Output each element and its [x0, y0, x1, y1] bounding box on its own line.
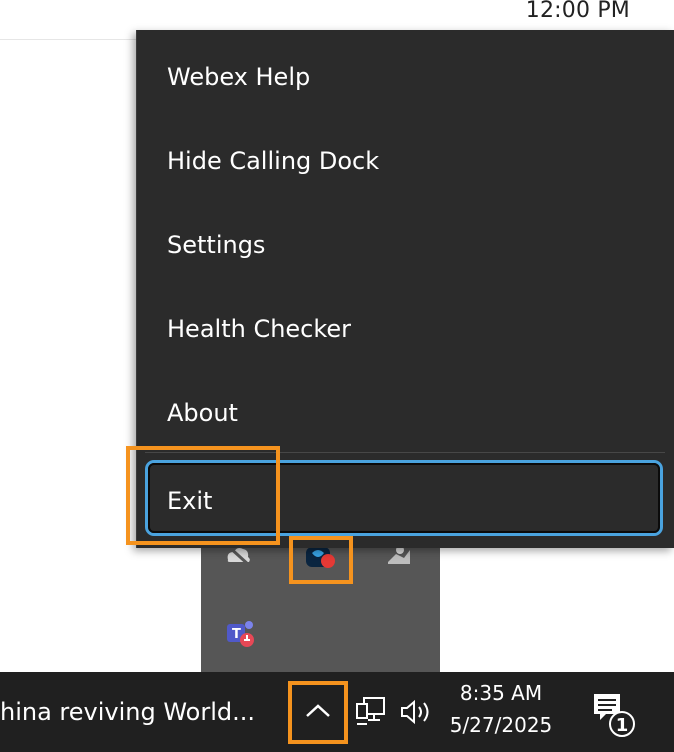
menu-item-hide-calling-dock[interactable]: Hide Calling Dock	[167, 147, 379, 175]
taskbar-clock[interactable]: 8:35 AM 5/27/2025	[446, 678, 556, 742]
notification-center-icon[interactable]: 1	[586, 690, 646, 740]
svg-text:T: T	[232, 627, 241, 642]
news-headline[interactable]: hina reviving World...	[0, 698, 255, 726]
network-icon[interactable]	[354, 694, 388, 730]
notification-count: 1	[616, 715, 629, 736]
volume-icon[interactable]	[398, 696, 436, 728]
teams-icon[interactable]: T	[225, 616, 259, 650]
clock-time: 8:35 AM	[459, 681, 543, 705]
highlight-exit-box	[126, 446, 280, 545]
menu-item-webex-help[interactable]: Webex Help	[167, 63, 310, 91]
menu-item-settings[interactable]: Settings	[167, 231, 265, 259]
menu-item-about[interactable]: About	[167, 399, 238, 427]
highlight-chevron-box	[288, 681, 348, 744]
top-clock: 12:00 PM	[525, 0, 630, 23]
highlight-webex-icon-box	[289, 536, 353, 584]
menu-item-health-checker[interactable]: Health Checker	[167, 315, 351, 343]
clock-date: 5/27/2025	[449, 713, 553, 737]
